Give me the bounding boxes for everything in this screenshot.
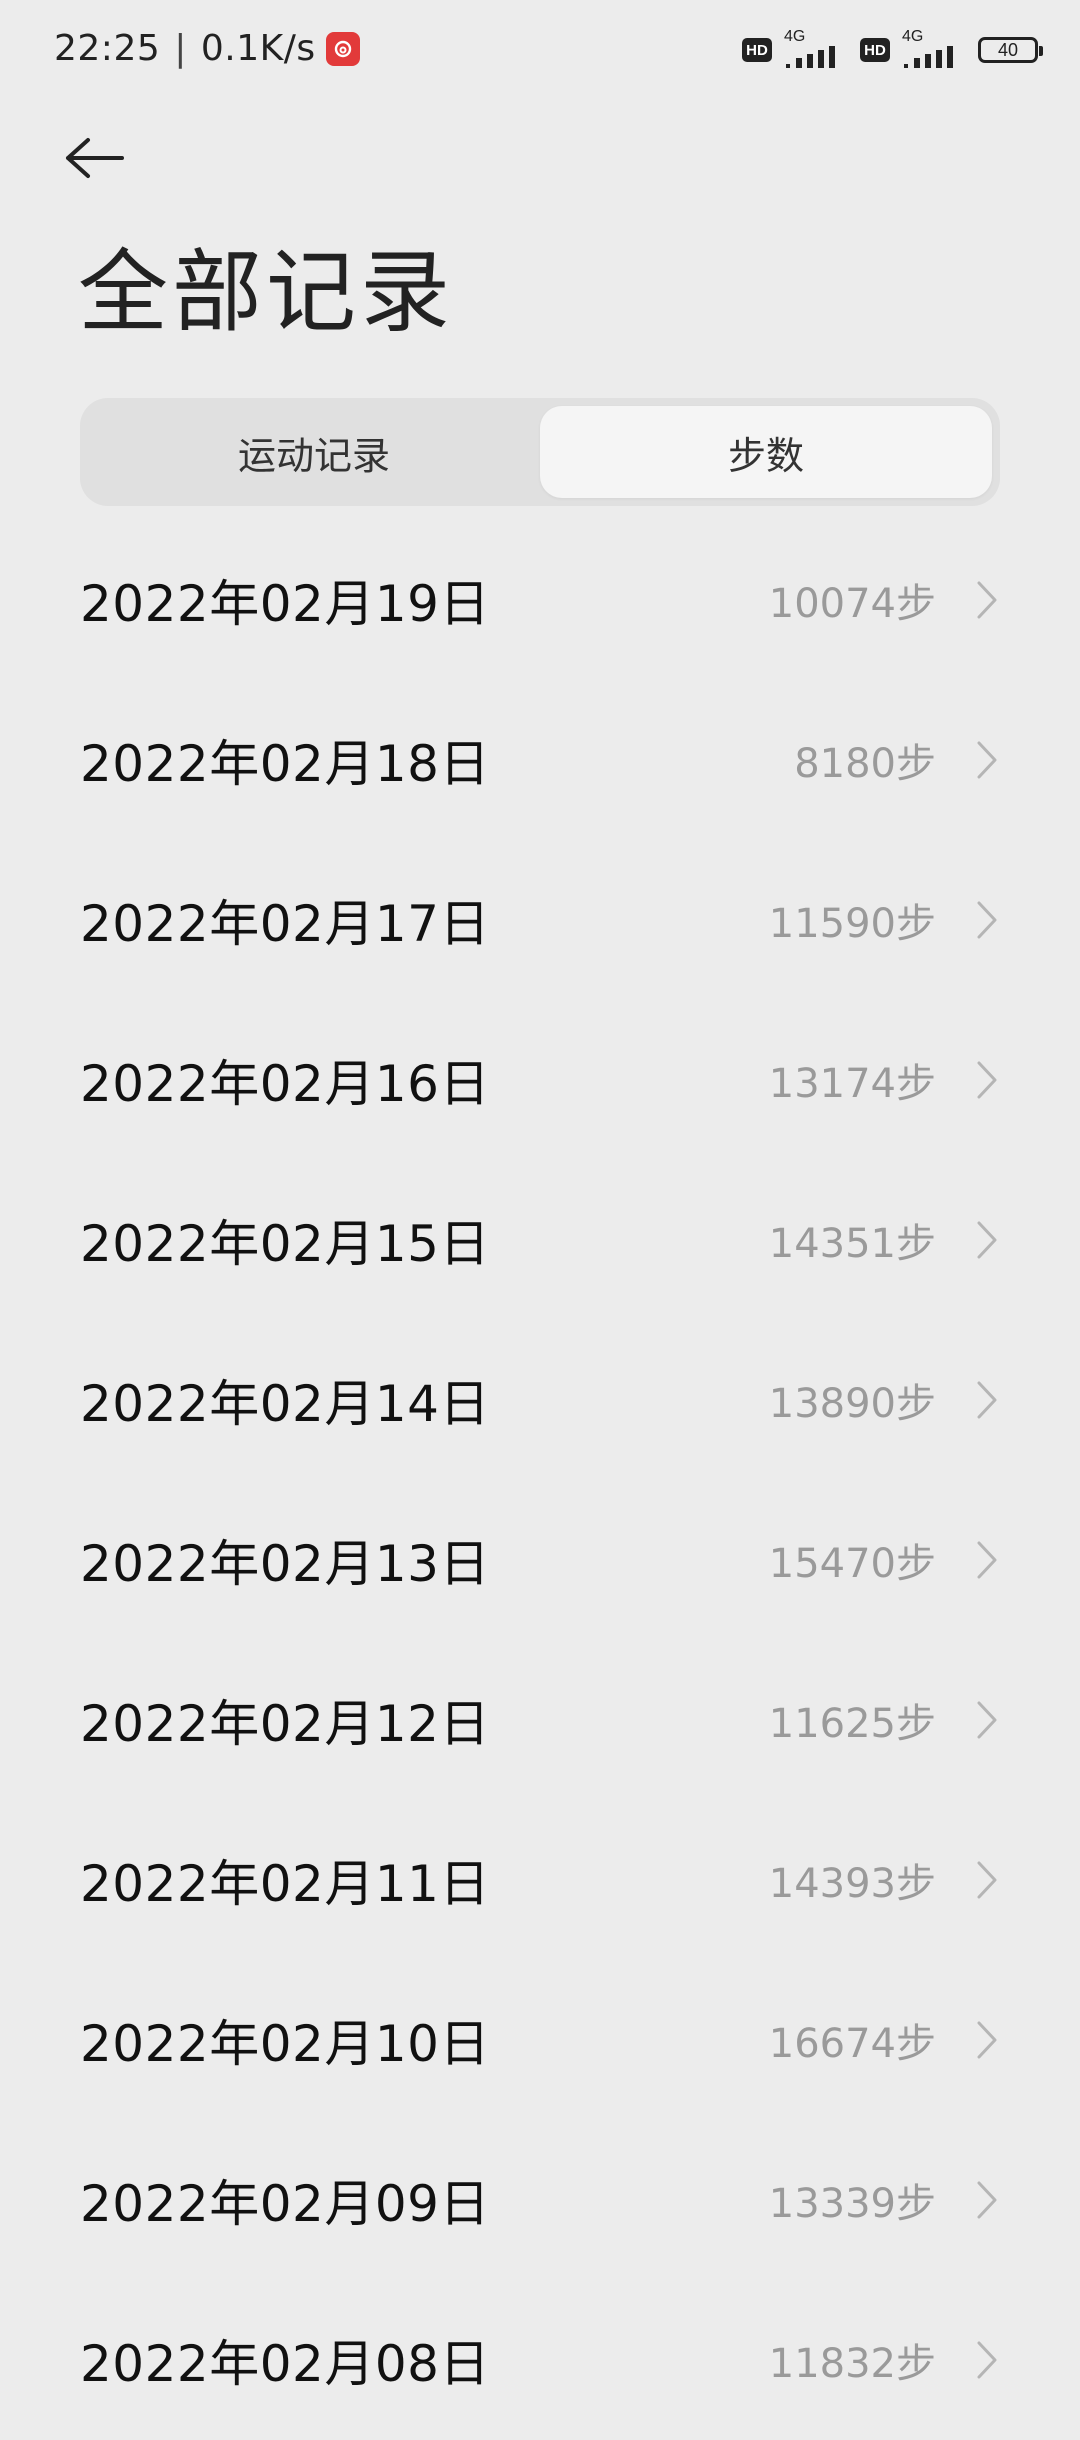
chevron-right-icon	[972, 2020, 1002, 2060]
status-bar: 22:25 | 0.1K/s HD 4G HD 4G 40	[0, 0, 1080, 100]
record-date: 2022年02月11日	[80, 1855, 490, 1913]
list-item[interactable]: 2022年02月17日 11590步	[0, 840, 1080, 1000]
network-speed: 0.1K/s	[200, 28, 316, 69]
record-date: 2022年02月10日	[80, 2015, 490, 2073]
chevron-right-icon	[972, 1540, 1002, 1580]
back-button[interactable]	[64, 118, 144, 198]
record-steps: 11590步	[768, 901, 936, 947]
chevron-right-icon	[972, 2340, 1002, 2380]
chevron-right-icon	[972, 1220, 1002, 1260]
arrow-left-icon	[66, 138, 124, 178]
netease-music-icon	[325, 31, 360, 66]
chevron-right-icon	[972, 740, 1002, 780]
status-left: 22:25 | 0.1K/s	[54, 28, 360, 69]
record-steps: 16674步	[768, 2021, 936, 2067]
record-date: 2022年02月18日	[80, 735, 490, 793]
status-time: 22:25	[54, 28, 161, 69]
record-steps: 13890步	[768, 1381, 936, 1427]
tab-workout-records[interactable]: 运动记录	[88, 406, 540, 498]
record-steps: 11625步	[768, 1701, 936, 1747]
chevron-right-icon	[972, 1860, 1002, 1900]
record-steps: 13339步	[768, 2181, 936, 2227]
list-item[interactable]: 2022年02月12日 11625步	[0, 1640, 1080, 1800]
chevron-right-icon	[972, 580, 1002, 620]
record-steps: 15470步	[768, 1541, 936, 1587]
tab-steps[interactable]: 步数	[540, 406, 992, 498]
record-date: 2022年02月13日	[80, 1535, 490, 1593]
chevron-right-icon	[972, 2180, 1002, 2220]
chevron-right-icon	[972, 1060, 1002, 1100]
battery-level: 40	[997, 39, 1019, 60]
list-item[interactable]: 2022年02月19日 10074步	[0, 520, 1080, 680]
record-date: 2022年02月17日	[80, 895, 490, 953]
signal-icon-2: 4G	[902, 28, 966, 70]
hd-badge-2: HD	[860, 38, 890, 62]
list-item[interactable]: 2022年02月11日 14393步	[0, 1800, 1080, 1960]
list-item[interactable]: 2022年02月13日 15470步	[0, 1480, 1080, 1640]
chevron-right-icon	[972, 900, 1002, 940]
status-right: HD 4G HD 4G 40	[742, 28, 1043, 70]
list-item[interactable]: 2022年02月18日 8180步	[0, 680, 1080, 840]
status-separator: |	[174, 28, 187, 69]
list-item[interactable]: 2022年02月10日 16674步	[0, 1960, 1080, 2120]
record-date: 2022年02月15日	[80, 1215, 490, 1273]
record-date: 2022年02月09日	[80, 2175, 490, 2233]
record-date: 2022年02月16日	[80, 1055, 490, 1113]
records-list: 2022年02月19日 10074步 2022年02月18日 8180步 2022年02…	[0, 520, 1080, 2440]
record-date: 2022年02月08日	[80, 2335, 490, 2393]
list-item[interactable]: 2022年02月08日 11832步	[0, 2280, 1080, 2440]
battery-icon: 40	[978, 37, 1043, 63]
segmented-tabs: 运动记录 步数	[80, 398, 1000, 506]
list-item[interactable]: 2022年02月14日 13890步	[0, 1320, 1080, 1480]
record-date: 2022年02月14日	[80, 1375, 490, 1433]
list-item[interactable]: 2022年02月15日 14351步	[0, 1160, 1080, 1320]
list-item[interactable]: 2022年02月09日 13339步	[0, 2120, 1080, 2280]
record-steps: 14393步	[768, 1861, 936, 1907]
list-item[interactable]: 2022年02月16日 13174步	[0, 1000, 1080, 1160]
record-steps: 14351步	[768, 1221, 936, 1267]
record-steps: 10074步	[768, 581, 936, 627]
chevron-right-icon	[972, 1380, 1002, 1420]
record-date: 2022年02月12日	[80, 1695, 490, 1753]
record-steps: 8180步	[794, 741, 936, 787]
record-steps: 13174步	[768, 1061, 936, 1107]
record-date: 2022年02月19日	[80, 575, 490, 633]
chevron-right-icon	[972, 1700, 1002, 1740]
hd-badge-1: HD	[742, 38, 772, 62]
signal-icon-1: 4G	[784, 28, 848, 70]
record-steps: 11832步	[768, 2341, 936, 2387]
page-title: 全部记录	[78, 240, 454, 345]
